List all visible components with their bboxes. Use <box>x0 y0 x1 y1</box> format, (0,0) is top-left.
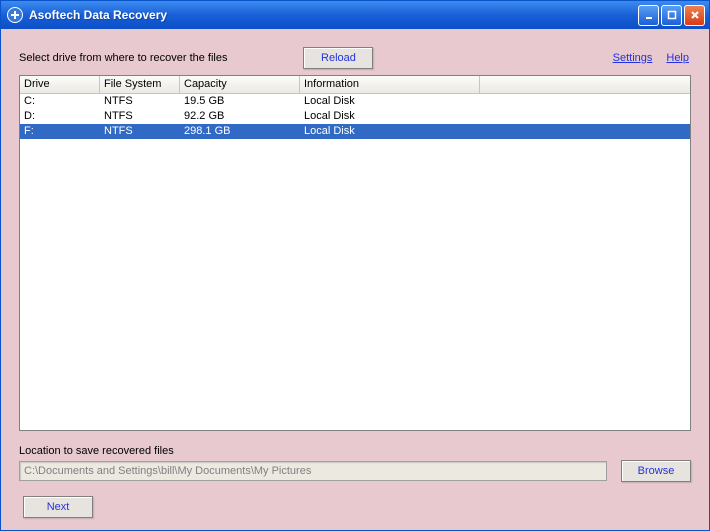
titlebar: Asoftech Data Recovery <box>1 1 709 29</box>
drive-list[interactable]: Drive File System Capacity Information C… <box>19 75 691 431</box>
cell-filesystem: NTFS <box>100 109 180 124</box>
col-header-filesystem[interactable]: File System <box>100 76 180 93</box>
settings-link[interactable]: Settings <box>613 52 653 64</box>
browse-button[interactable]: Browse <box>621 460 691 482</box>
bottom-area: Location to save recovered files Browse … <box>19 445 691 518</box>
col-header-spacer <box>480 76 690 93</box>
next-row: Next <box>19 496 691 518</box>
cell-drive: D: <box>20 109 100 124</box>
next-button[interactable]: Next <box>23 496 93 518</box>
close-button[interactable] <box>684 5 705 26</box>
prompt-label: Select drive from where to recover the f… <box>19 52 227 64</box>
cell-information: Local Disk <box>300 109 480 124</box>
col-header-drive[interactable]: Drive <box>20 76 100 93</box>
cell-filesystem: NTFS <box>100 94 180 109</box>
location-label: Location to save recovered files <box>19 445 691 457</box>
col-header-capacity[interactable]: Capacity <box>180 76 300 93</box>
cell-information: Local Disk <box>300 94 480 109</box>
cell-capacity: 92.2 GB <box>180 109 300 124</box>
window-title: Asoftech Data Recovery <box>29 8 638 22</box>
top-row: Select drive from where to recover the f… <box>19 47 691 69</box>
help-link[interactable]: Help <box>666 52 689 64</box>
minimize-button[interactable] <box>638 5 659 26</box>
reload-button[interactable]: Reload <box>303 47 373 69</box>
top-links: Settings Help <box>613 52 691 64</box>
window-controls <box>638 5 705 26</box>
location-row: Browse <box>19 460 691 482</box>
app-icon <box>7 7 23 23</box>
maximize-button[interactable] <box>661 5 682 26</box>
cell-information: Local Disk <box>300 124 480 139</box>
cell-capacity: 298.1 GB <box>180 124 300 139</box>
drive-row[interactable]: F:NTFS298.1 GBLocal Disk <box>20 124 690 139</box>
drive-row[interactable]: C:NTFS19.5 GBLocal Disk <box>20 94 690 109</box>
cell-filesystem: NTFS <box>100 124 180 139</box>
content-area: Select drive from where to recover the f… <box>1 29 709 530</box>
app-window: Asoftech Data Recovery Select drive from… <box>0 0 710 531</box>
cell-drive: F: <box>20 124 100 139</box>
drive-row[interactable]: D:NTFS92.2 GBLocal Disk <box>20 109 690 124</box>
cell-drive: C: <box>20 94 100 109</box>
drive-list-body: C:NTFS19.5 GBLocal DiskD:NTFS92.2 GBLoca… <box>20 94 690 139</box>
location-input[interactable] <box>19 461 607 481</box>
drive-list-header: Drive File System Capacity Information <box>20 76 690 94</box>
col-header-information[interactable]: Information <box>300 76 480 93</box>
cell-capacity: 19.5 GB <box>180 94 300 109</box>
